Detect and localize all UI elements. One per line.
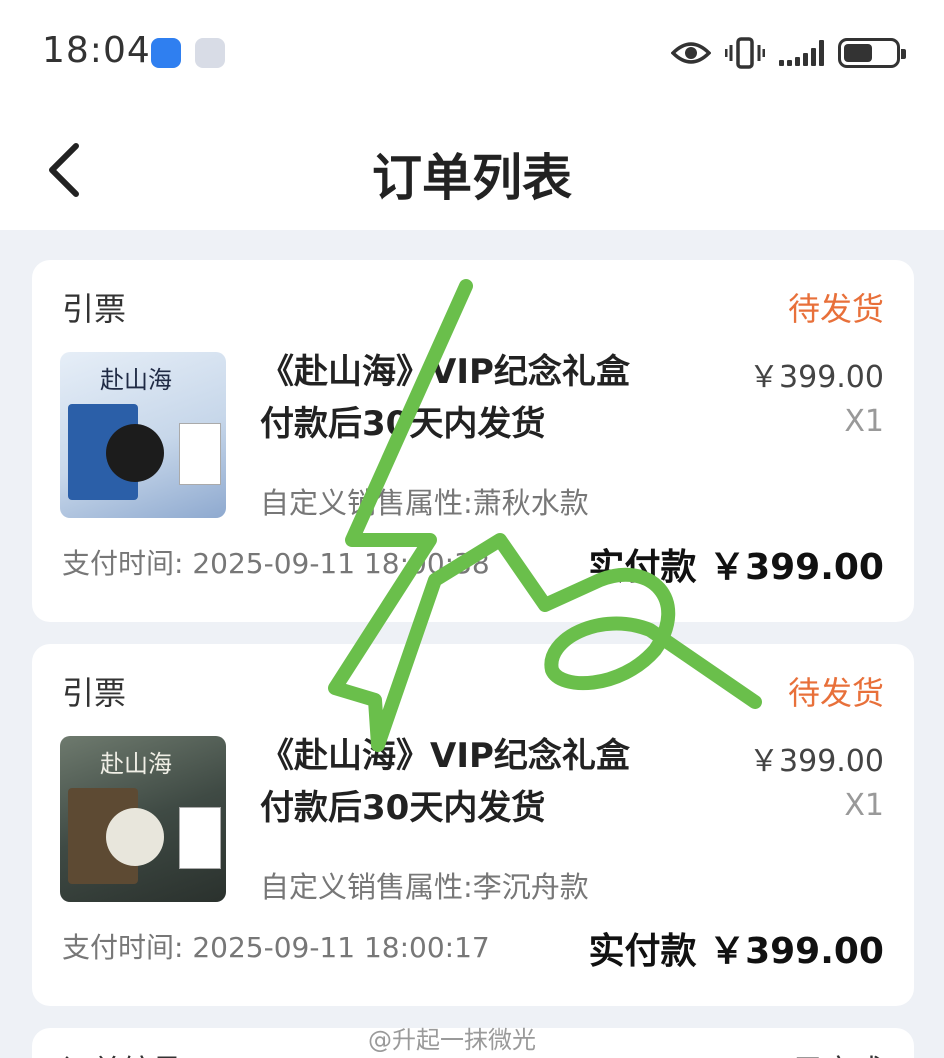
product-price: ￥399.00 xyxy=(749,360,884,395)
photo-card-image xyxy=(180,424,220,484)
top-bar: 18:04 订单列表 xyxy=(0,0,944,230)
product-title-line1: 《赴山海》VIP纪念礼盒 xyxy=(260,736,630,776)
signal-icon xyxy=(779,40,824,66)
shop-name: 引票 xyxy=(62,290,127,328)
amount-paid: 实付款 ￥399.00 xyxy=(588,931,884,972)
plush-doll-image xyxy=(106,808,164,866)
product-attribute: 自定义销售属性:李沉舟款 xyxy=(260,870,589,904)
product-title[interactable]: 《赴山海》VIP纪念礼盒 付款后30天内发货 xyxy=(260,730,700,834)
vibrate-icon xyxy=(725,37,765,69)
shop-name: 引票 xyxy=(62,674,127,712)
order-card[interactable]: 引票 待发货 赴山海 《赴山海》VIP纪念礼盒 付款后30天内发货 ￥399.0… xyxy=(32,260,914,622)
order-status: 待发货 xyxy=(787,674,884,712)
amount-paid: 实付款 ￥399.00 xyxy=(588,547,884,588)
hand-app-icon xyxy=(151,38,181,68)
payment-time: 支付时间: 2025-09-11 18:00:38 xyxy=(62,547,490,580)
product-title-line1: 《赴山海》VIP纪念礼盒 xyxy=(260,352,630,392)
order-number: 订单编号2025091 xyxy=(62,1046,316,1058)
thumbnail-logo: 赴山海 xyxy=(100,366,172,394)
order-status: 已完成 xyxy=(794,1046,884,1058)
product-quantity: X1 xyxy=(844,404,884,439)
settings-icon xyxy=(195,38,225,68)
payment-time: 支付时间: 2025-09-11 18:00:17 xyxy=(62,931,490,964)
page-title: 订单列表 xyxy=(372,149,572,207)
product-title-line2: 付款后30天内发货 xyxy=(260,404,546,444)
product-thumbnail[interactable]: 赴山海 xyxy=(60,352,226,518)
photo-card-image xyxy=(180,808,220,868)
eye-icon xyxy=(671,42,711,64)
watermark: @升起一抹微光 xyxy=(368,1026,536,1054)
battery-icon xyxy=(838,38,906,68)
order-card[interactable]: 引票 待发货 赴山海 《赴山海》VIP纪念礼盒 付款后30天内发货 ￥399.0… xyxy=(32,644,914,1006)
product-attribute: 自定义销售属性:萧秋水款 xyxy=(260,486,589,520)
status-right-group xyxy=(671,36,906,70)
plush-doll-image xyxy=(106,424,164,482)
order-status: 待发货 xyxy=(787,290,884,328)
thumbnail-logo: 赴山海 xyxy=(100,750,172,778)
product-thumbnail[interactable]: 赴山海 xyxy=(60,736,226,902)
status-time: 18:04 xyxy=(42,30,151,71)
product-quantity: X1 xyxy=(844,788,884,823)
product-price: ￥399.00 xyxy=(749,744,884,779)
product-title-line2: 付款后30天内发货 xyxy=(260,788,546,828)
product-title[interactable]: 《赴山海》VIP纪念礼盒 付款后30天内发货 xyxy=(260,346,700,450)
